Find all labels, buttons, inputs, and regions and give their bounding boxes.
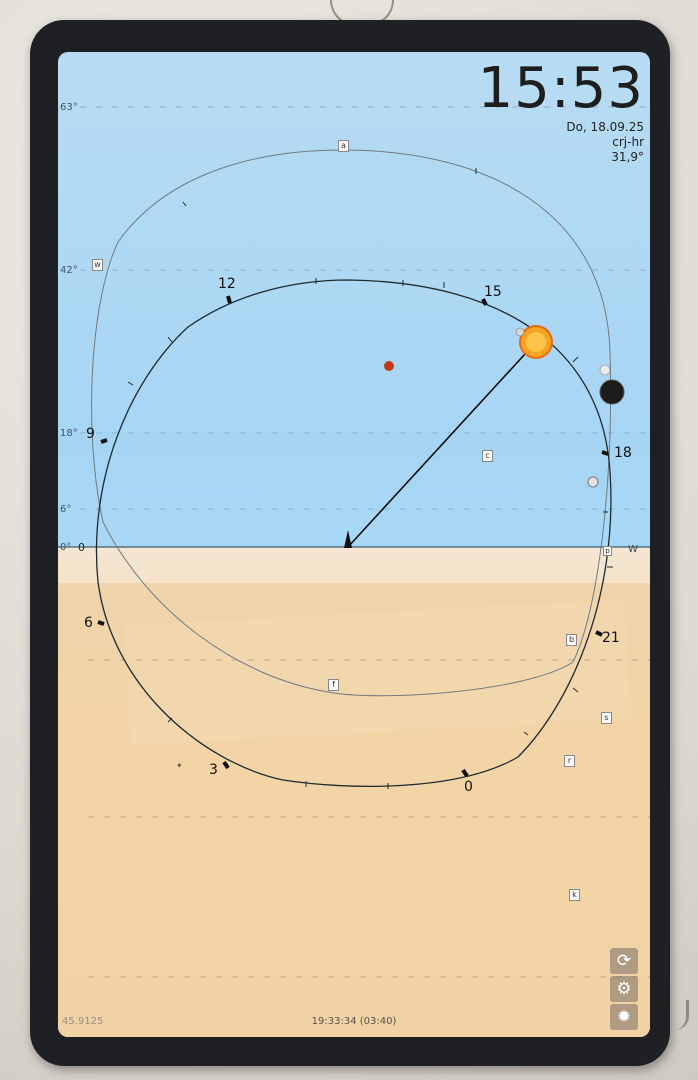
marker-b[interactable]: b bbox=[566, 634, 577, 646]
elev-label-42: 42° bbox=[60, 265, 78, 276]
marker-w[interactable]: w bbox=[92, 259, 103, 271]
hour-label-0: 0 bbox=[464, 779, 473, 795]
observer-pointer bbox=[344, 530, 352, 548]
hour-label-15: 15 bbox=[484, 284, 502, 300]
moon-disc bbox=[599, 379, 625, 405]
brightness-button[interactable]: ✹ bbox=[610, 1004, 638, 1030]
sun-azimuth-line bbox=[347, 341, 537, 548]
elev-label-6: 6° bbox=[60, 504, 72, 515]
hour-ticks bbox=[97, 295, 609, 778]
marker-c[interactable]: c bbox=[482, 450, 493, 462]
current-date: Do, 18.09.25 bbox=[566, 120, 644, 134]
elev-label-0: 0° bbox=[60, 542, 72, 553]
marker-s[interactable]: s bbox=[601, 712, 612, 724]
horizon-zero-label: 0 bbox=[78, 541, 85, 554]
hour-label-3: 3 bbox=[209, 762, 218, 778]
mercury-dot bbox=[515, 327, 525, 337]
hour-label-9: 9 bbox=[86, 426, 95, 442]
mars-dot bbox=[384, 361, 394, 371]
marker-a[interactable]: a bbox=[338, 140, 349, 152]
sun-elevation-value: 31,9° bbox=[611, 150, 644, 164]
solstice-path bbox=[91, 149, 612, 697]
sun-icon: ✹ bbox=[616, 1007, 632, 1027]
current-time: 15:53 bbox=[477, 56, 644, 121]
hour-label-21: 21 bbox=[602, 630, 620, 646]
refresh-icon: ⟳ bbox=[616, 951, 632, 971]
location-code: crj-hr bbox=[612, 135, 644, 149]
sun-path-diagram: ✦ bbox=[58, 106, 650, 978]
below-horizon-gridlines bbox=[88, 659, 650, 978]
hour-label-18: 18 bbox=[614, 445, 632, 461]
hour-label-12: 12 bbox=[218, 276, 236, 292]
west-direction-label: W bbox=[628, 544, 638, 555]
clock-panel: 15:53 Do, 18.09.25 crj-hr 31,9° bbox=[478, 58, 644, 165]
marker-r[interactable]: r bbox=[564, 755, 575, 767]
marker-k[interactable]: k bbox=[569, 889, 580, 901]
elev-label-18: 18° bbox=[60, 428, 78, 439]
elev-label-63: 63° bbox=[60, 102, 78, 113]
elevation-gridlines bbox=[80, 106, 650, 510]
marker-p[interactable]: p bbox=[603, 546, 612, 556]
sunset-time-status: 19:33:34 (03:40) bbox=[311, 1016, 397, 1027]
sun-core bbox=[526, 332, 546, 352]
sky-display-screen: ✦ 63° 42° 18° 6° 0° 0 W 12 15 9 18 6 21 … bbox=[58, 52, 650, 1037]
hour-label-6: 6 bbox=[84, 615, 93, 631]
settings-button[interactable]: ⚙ bbox=[610, 976, 638, 1002]
marker-f[interactable]: f bbox=[328, 679, 339, 691]
venus-dot bbox=[599, 364, 611, 376]
jupiter-dot bbox=[587, 476, 599, 488]
small-star-glyph: ✦ bbox=[176, 761, 183, 770]
gear-icon: ⚙ bbox=[616, 979, 632, 999]
refresh-button[interactable]: ⟳ bbox=[610, 948, 638, 974]
